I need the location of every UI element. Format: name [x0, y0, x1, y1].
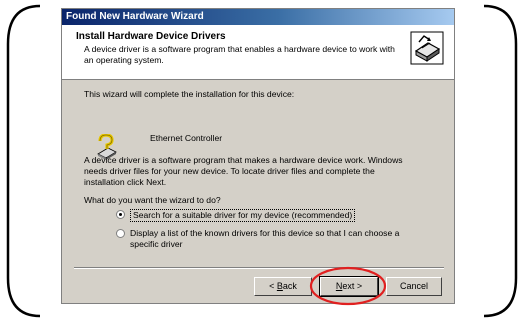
wizard-dialog: Found New Hardware Wizard Install Hardwa…	[61, 8, 455, 304]
next-rest: ext	[342, 281, 355, 291]
option-search-driver[interactable]: Search for a suitable driver for my devi…	[116, 209, 416, 222]
back-button[interactable]: < Back	[254, 277, 312, 296]
option-search-label: Search for a suitable driver for my devi…	[130, 209, 356, 222]
hardware-wizard-icon	[410, 31, 444, 65]
window-title: Found New Hardware Wizard	[66, 11, 204, 22]
intro-text: This wizard will complete the installati…	[84, 89, 295, 99]
radio-search-driver[interactable]	[116, 210, 125, 219]
back-rest: ack	[282, 281, 297, 291]
header-title: Install Hardware Device Drivers	[76, 31, 226, 42]
header-subtitle: A device driver is a software program th…	[84, 44, 395, 65]
option-display-label: Display a list of the known drivers for …	[130, 228, 400, 249]
device-name: Ethernet Controller	[150, 133, 223, 143]
radio-display-list[interactable]	[116, 229, 125, 238]
next-button[interactable]: Next >	[319, 276, 379, 297]
option-display-list[interactable]: Display a list of the known drivers for …	[116, 228, 426, 250]
next-suffix: >	[354, 281, 363, 291]
wizard-header: Install Hardware Device Drivers A device…	[62, 25, 454, 80]
cancel-button[interactable]: Cancel	[386, 277, 442, 296]
back-prefix: <	[269, 281, 277, 291]
question-text: What do you want the wizard to do?	[84, 195, 221, 205]
title-bar[interactable]: Found New Hardware Wizard	[62, 9, 454, 25]
button-separator	[74, 267, 444, 269]
description-text: A device driver is a software program th…	[84, 155, 403, 187]
